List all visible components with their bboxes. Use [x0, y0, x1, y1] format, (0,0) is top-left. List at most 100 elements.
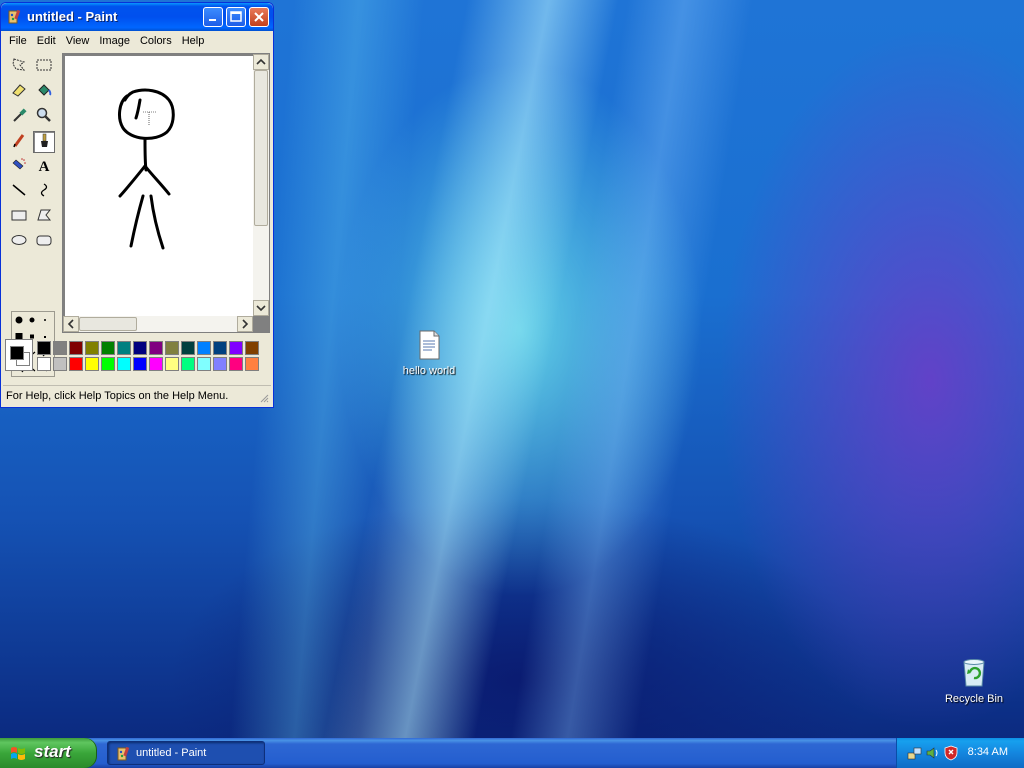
desktop[interactable]: untitled - Paint File Edit View Image Colors… — [0, 0, 1024, 738]
horizontal-scroll-thumb[interactable] — [79, 317, 137, 331]
chevron-left-icon — [67, 319, 74, 329]
magnifier-icon — [36, 107, 51, 122]
palette-swatch[interactable] — [53, 357, 67, 371]
start-label: start — [34, 742, 71, 761]
maximize-button[interactable] — [226, 7, 246, 27]
menu-image[interactable]: Image — [94, 31, 135, 51]
color-palette — [5, 339, 267, 377]
tool-airbrush[interactable] — [8, 156, 30, 178]
eyedropper-icon — [13, 108, 27, 122]
tool-line[interactable] — [8, 181, 30, 203]
palette-swatch[interactable] — [165, 357, 179, 371]
palette-swatch[interactable] — [149, 341, 163, 355]
tool-rectangle[interactable] — [8, 206, 30, 228]
window-title: untitled - Paint — [27, 9, 118, 24]
foreground-color-swatch — [10, 346, 24, 360]
current-colors[interactable] — [5, 339, 33, 371]
menu-file[interactable]: File — [4, 31, 32, 51]
text-icon: A — [38, 159, 50, 175]
tool-free-form-select[interactable] — [8, 56, 30, 78]
palette-swatch[interactable] — [37, 357, 51, 371]
palette-swatch[interactable] — [197, 341, 211, 355]
minimize-icon — [209, 19, 216, 21]
menu-view[interactable]: View — [61, 31, 95, 51]
scroll-up-button[interactable] — [253, 54, 269, 70]
line-icon — [12, 184, 26, 196]
palette-swatch[interactable] — [117, 357, 131, 371]
pencil-icon — [13, 134, 25, 148]
taskbar-item-paint[interactable]: untitled - Paint — [107, 741, 265, 765]
palette-swatch[interactable] — [69, 341, 83, 355]
palette-swatch[interactable] — [101, 357, 115, 371]
curve-icon — [40, 183, 48, 197]
resize-grip-icon[interactable] — [259, 393, 269, 403]
palette-swatch[interactable] — [213, 357, 227, 371]
palette-swatch[interactable] — [117, 341, 131, 355]
palette-swatch[interactable] — [69, 357, 83, 371]
tool-box: A — [5, 53, 59, 377]
start-button[interactable]: start — [0, 738, 97, 768]
tool-pick-color[interactable] — [8, 106, 30, 128]
tool-select[interactable] — [33, 56, 55, 78]
palette-swatch[interactable] — [245, 341, 259, 355]
chevron-down-icon — [256, 305, 266, 312]
minimize-button[interactable] — [203, 7, 223, 27]
tool-brush[interactable] — [33, 131, 55, 153]
palette-swatch[interactable] — [245, 357, 259, 371]
palette-swatch[interactable] — [101, 341, 115, 355]
scroll-down-button[interactable] — [253, 300, 269, 316]
paint-icon — [117, 746, 130, 761]
menu-edit[interactable]: Edit — [32, 31, 61, 51]
tool-curve[interactable] — [33, 181, 55, 203]
taskbar-item-label: untitled - Paint — [136, 747, 207, 759]
tool-eraser[interactable] — [8, 81, 30, 103]
tool-text[interactable]: A — [33, 156, 55, 178]
taskbar: start untitled - Paint 8:34 AM — [0, 738, 1024, 768]
rectangle-icon — [11, 210, 27, 221]
palette-swatch[interactable] — [165, 341, 179, 355]
menu-bar: File Edit View Image Colors Help — [4, 31, 270, 51]
palette-swatch[interactable] — [133, 357, 147, 371]
crosshair-cursor — [143, 111, 157, 126]
vertical-scrollbar[interactable] — [253, 54, 269, 316]
palette-swatch[interactable] — [229, 357, 243, 371]
clock[interactable]: 8:34 AM — [968, 746, 1008, 758]
desktop-icon-recycle-bin[interactable]: Recycle Bin — [934, 656, 1014, 705]
close-button[interactable] — [249, 7, 269, 27]
palette-swatch[interactable] — [85, 341, 99, 355]
palette-swatch[interactable] — [37, 341, 51, 355]
palette-swatch[interactable] — [85, 357, 99, 371]
menu-help[interactable]: Help — [177, 31, 210, 51]
desktop-icon-hello-world[interactable]: hello world — [389, 330, 469, 377]
horizontal-scrollbar[interactable] — [63, 316, 253, 332]
paint-icon — [8, 9, 21, 24]
maximize-icon — [230, 11, 242, 22]
network-icon[interactable] — [907, 745, 923, 761]
paint-window[interactable]: untitled - Paint File Edit View Image Colors… — [0, 2, 274, 408]
palette-swatch[interactable] — [149, 357, 163, 371]
palette-swatch[interactable] — [53, 341, 67, 355]
vertical-scroll-thumb[interactable] — [254, 70, 268, 226]
palette-swatch[interactable] — [133, 341, 147, 355]
tool-polygon[interactable] — [33, 206, 55, 228]
title-bar[interactable]: untitled - Paint — [1, 3, 273, 31]
tool-magnifier[interactable] — [33, 106, 55, 128]
rounded-rect-icon — [36, 235, 52, 246]
tool-ellipse[interactable] — [8, 231, 30, 253]
brush-icon — [41, 133, 48, 147]
palette-swatch[interactable] — [229, 341, 243, 355]
tool-rounded-rectangle[interactable] — [33, 231, 55, 253]
palette-swatch[interactable] — [181, 341, 195, 355]
tool-fill[interactable] — [33, 81, 55, 103]
palette-swatch[interactable] — [197, 357, 211, 371]
palette-swatch[interactable] — [181, 357, 195, 371]
tool-pencil[interactable] — [8, 131, 30, 153]
scroll-left-button[interactable] — [63, 316, 79, 332]
scroll-right-button[interactable] — [237, 316, 253, 332]
drawing-canvas[interactable] — [65, 56, 253, 318]
palette-swatch[interactable] — [213, 341, 227, 355]
security-shield-icon[interactable] — [943, 745, 959, 761]
volume-icon[interactable] — [925, 745, 941, 761]
desktop-icon-label: Recycle Bin — [944, 693, 1004, 705]
menu-colors[interactable]: Colors — [135, 31, 177, 51]
